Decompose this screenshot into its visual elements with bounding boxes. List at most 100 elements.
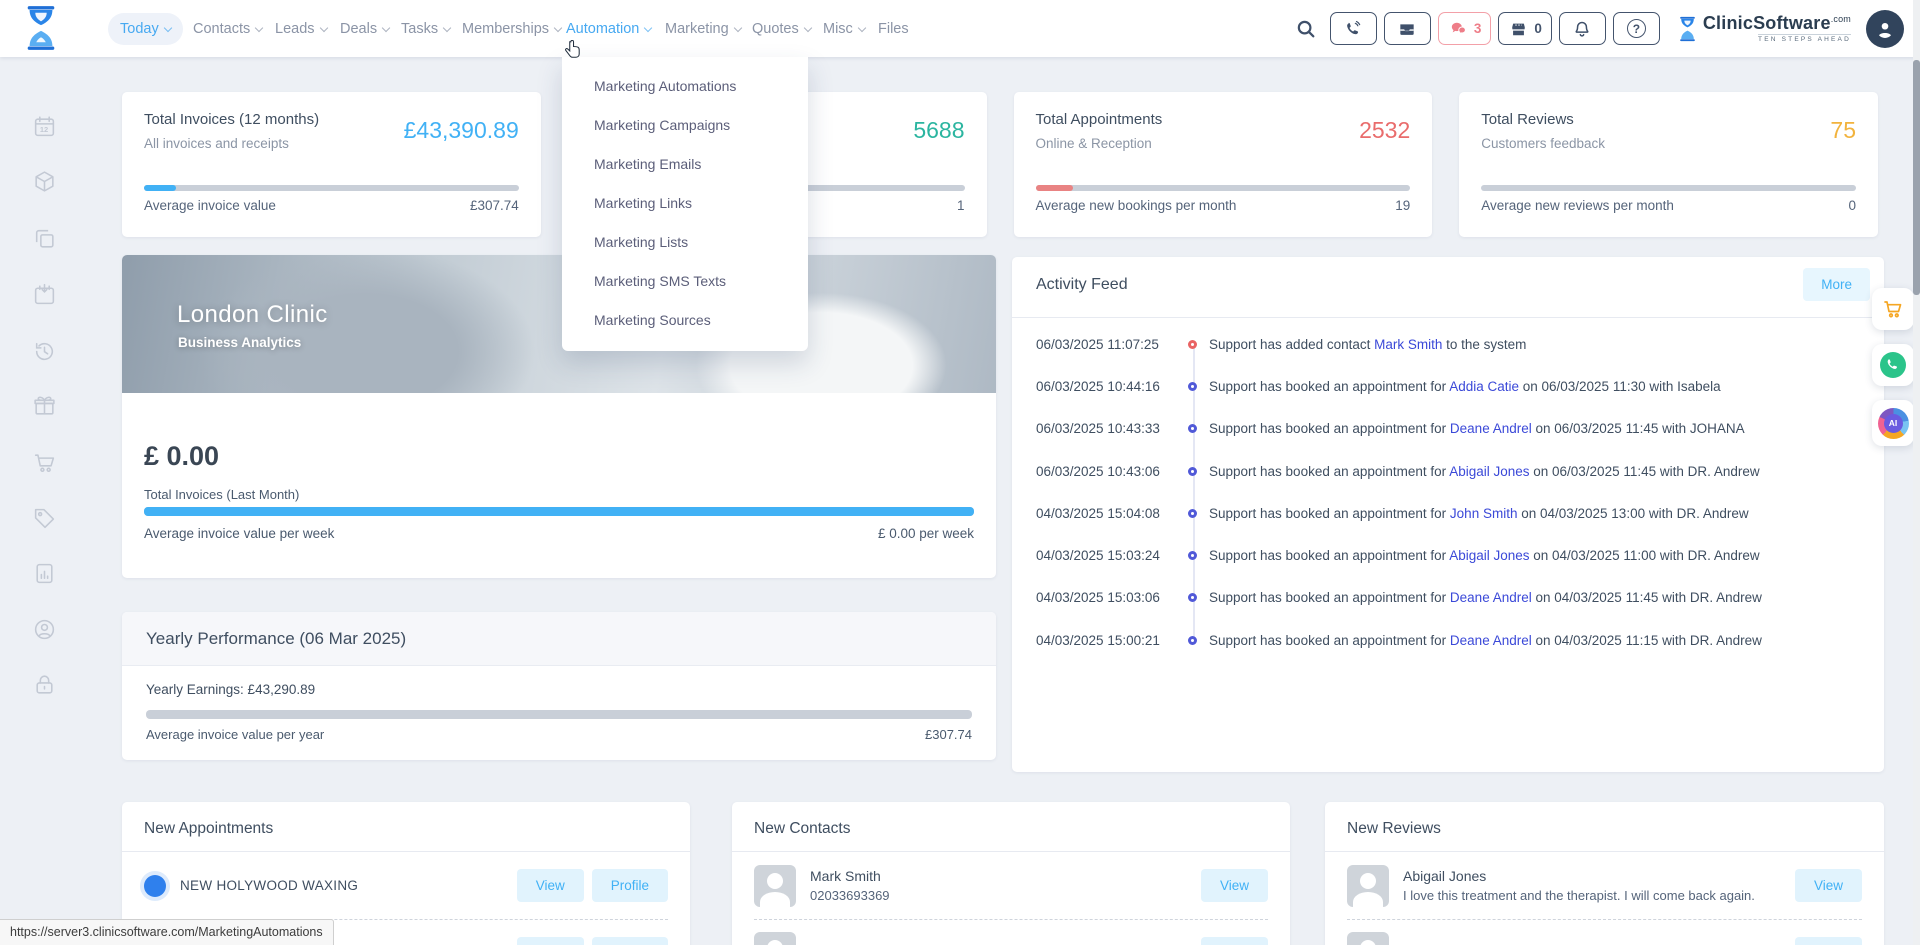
calendar-day-label: 12 — [27, 125, 61, 134]
inbox-icon — [1397, 19, 1417, 39]
nav-item[interactable]: Automation — [554, 13, 663, 45]
profile-button[interactable]: Profile — [592, 937, 668, 945]
brand-logo[interactable]: ClinicSoftware.com TEN STEPS AHEAD — [1677, 14, 1851, 44]
activity-text-pre: Support has booked an appointment for — [1209, 590, 1450, 605]
view-button[interactable]: View — [1201, 937, 1268, 945]
nav-item[interactable]: Contacts — [181, 13, 274, 45]
activity-contact-link[interactable]: Deane Andrel — [1450, 421, 1532, 436]
dropdown-menu-item[interactable]: Marketing Automations — [562, 66, 808, 105]
floating-ai-button[interactable]: AI — [1872, 400, 1914, 446]
chat-button[interactable]: 3 — [1438, 12, 1492, 45]
help-button[interactable]: ? — [1613, 12, 1660, 45]
last-month-footer: Average invoice value per week £ 0.00 pe… — [144, 526, 974, 541]
store-button[interactable]: 0 — [1498, 12, 1552, 45]
stat-card-title: Total Reviews — [1481, 111, 1574, 128]
more-button[interactable]: More — [1803, 268, 1870, 301]
nav-item[interactable]: Files — [866, 13, 921, 45]
nav-item[interactable]: Today — [108, 13, 183, 45]
topbar-actions: 3 0 ? — [1295, 0, 1904, 57]
activity-contact-link[interactable]: Abigail Jones — [1449, 548, 1529, 563]
chat-badge: 3 — [1474, 21, 1482, 36]
view-button[interactable]: View — [517, 869, 584, 902]
user-avatar[interactable] — [1866, 10, 1904, 48]
activity-feed-row: 04/03/2025 15:03:24 Support has booked a… — [1036, 534, 1868, 576]
appointment-actions: View Profile — [517, 937, 668, 945]
dropdown-menu-item[interactable]: Marketing Sources — [562, 300, 808, 339]
sidebar-item-vouchers[interactable] — [27, 501, 61, 535]
sidebar-item-gifts[interactable] — [27, 388, 61, 422]
stat-card-title: Total Invoices (12 months) — [144, 111, 319, 128]
dropdown-menu-item[interactable]: Marketing Links — [562, 183, 808, 222]
new-reviews-card: New Reviews Abigail Jones I love this tr… — [1325, 802, 1884, 945]
clinic-name: London Clinic — [177, 301, 328, 329]
activity-contact-link[interactable]: Abigail Jones — [1449, 464, 1529, 479]
activity-timestamp: 06/03/2025 10:43:06 — [1036, 464, 1186, 479]
inbox-button[interactable] — [1384, 12, 1431, 45]
activity-timestamp: 06/03/2025 10:44:16 — [1036, 379, 1186, 394]
activity-text-pre: Support has booked an appointment for — [1209, 421, 1450, 436]
dropdown-menu-item[interactable]: Marketing Campaigns — [562, 105, 808, 144]
activity-text: Support has booked an appointment for Ab… — [1209, 548, 1760, 563]
nav-item[interactable]: Marketing — [653, 13, 753, 45]
activity-dot-icon — [1188, 636, 1197, 645]
activity-dot-icon — [1188, 467, 1197, 476]
activity-dot-icon — [1188, 382, 1197, 391]
brand-tld: .com — [1831, 14, 1851, 24]
activity-text-pre: Support has booked an appointment for — [1209, 548, 1449, 563]
activity-timestamp: 06/03/2025 10:43:33 — [1036, 421, 1186, 436]
stat-card-footer-label: Average new reviews per month — [1481, 198, 1674, 213]
search-icon[interactable] — [1295, 18, 1317, 40]
sidebar-item-bookings[interactable] — [27, 277, 61, 311]
activity-contact-link[interactable]: Deane Andrel — [1450, 633, 1532, 648]
cart-icon — [1881, 297, 1905, 321]
dropdown-menu-item[interactable]: Marketing Lists — [562, 222, 808, 261]
view-button[interactable]: View — [1795, 937, 1862, 945]
view-button[interactable]: View — [1795, 869, 1862, 902]
stat-card: Total Invoices (12 months) All invoices … — [122, 92, 541, 237]
appointment-row: NEW HOLYWOOD WAXING View Profile — [144, 852, 668, 919]
activity-text-post: on 06/03/2025 11:45 with DR. Andrew — [1530, 464, 1760, 479]
status-url-tooltip: https://server3.clinicsoftware.com/Marke… — [0, 919, 334, 945]
floating-cart-button[interactable] — [1872, 288, 1914, 330]
activity-text: Support has added contact Mark Smith to … — [1209, 337, 1526, 352]
stat-card-footer-label: Average invoice value — [144, 198, 276, 213]
new-appointments-title: New Appointments — [122, 802, 690, 851]
contact-avatar — [754, 932, 796, 945]
sidebar-item-calendar[interactable]: 12 — [27, 109, 61, 143]
activity-contact-link[interactable]: Addia Catie — [1449, 379, 1519, 394]
user-icon — [1874, 18, 1896, 40]
last-month-total: £ 0.00 — [144, 441, 219, 472]
sidebar-item-account[interactable] — [27, 612, 61, 646]
sidebar-item-security[interactable] — [27, 667, 61, 701]
activity-contact-link[interactable]: Deane Andrel — [1450, 590, 1532, 605]
app-logo[interactable] — [22, 5, 60, 56]
view-button[interactable]: View — [1201, 869, 1268, 902]
ai-label: AI — [1884, 414, 1903, 433]
activity-contact-link[interactable]: Mark Smith — [1374, 337, 1442, 352]
sidebar-item-stock[interactable] — [27, 164, 61, 198]
bell-icon — [1572, 19, 1592, 39]
notifications-button[interactable] — [1559, 12, 1606, 45]
phone-button[interactable] — [1330, 12, 1377, 45]
nav-item-label: Deals — [340, 21, 377, 37]
view-button[interactable]: View — [517, 937, 584, 945]
floating-call-button[interactable] — [1872, 344, 1914, 386]
sidebar-item-reports[interactable] — [27, 556, 61, 590]
nav-item-label: Memberships — [462, 21, 549, 37]
review-text: I love this treatment and the therapist.… — [1403, 888, 1781, 903]
scrollbar-track[interactable] — [1913, 0, 1920, 945]
activity-text-post: on 04/03/2025 11:45 with DR. Andrew — [1532, 590, 1762, 605]
sidebar-item-duplicates[interactable] — [27, 221, 61, 255]
activity-text: Support has booked an appointment for De… — [1209, 421, 1745, 436]
nav-item-label: Marketing — [665, 21, 729, 37]
activity-text: Support has booked an appointment for Ad… — [1209, 379, 1721, 394]
activity-contact-link[interactable]: John Smith — [1450, 506, 1518, 521]
sidebar-item-history[interactable] — [27, 334, 61, 368]
stat-card-footer-value: £307.74 — [470, 198, 519, 213]
dropdown-menu-item[interactable]: Marketing SMS Texts — [562, 261, 808, 300]
scrollbar-thumb[interactable] — [1913, 60, 1920, 295]
profile-button[interactable]: Profile — [592, 869, 668, 902]
dropdown-menu-item[interactable]: Marketing Emails — [562, 144, 808, 183]
ai-assistant-icon: AI — [1878, 408, 1909, 439]
sidebar-item-cart[interactable] — [27, 445, 61, 479]
